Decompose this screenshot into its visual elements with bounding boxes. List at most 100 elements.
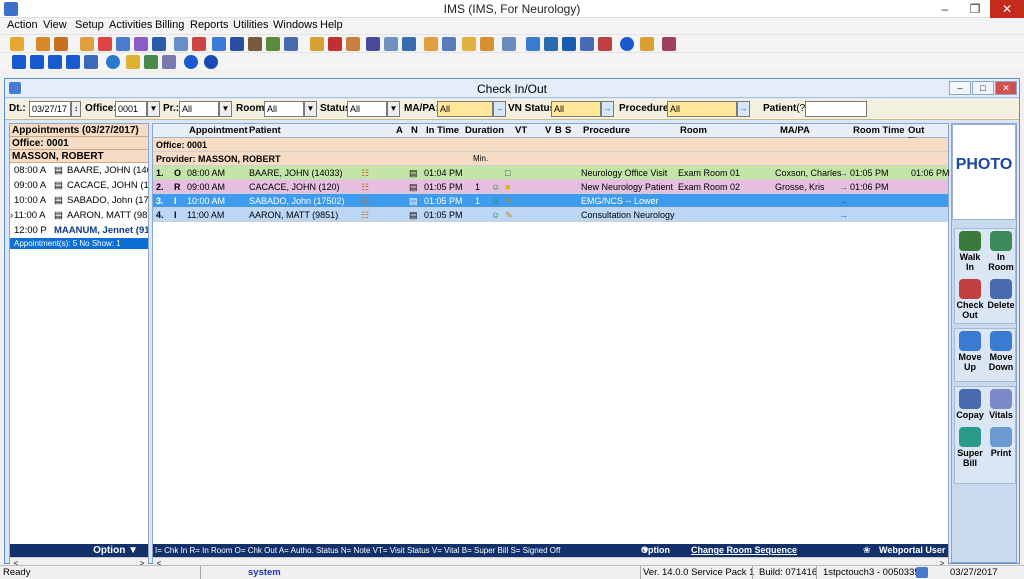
note-icon[interactable]: ▤ xyxy=(409,180,418,194)
menu-view[interactable]: View xyxy=(43,19,67,31)
provider-dropdown[interactable]: ▼ xyxy=(219,101,232,117)
super-bill-button[interactable]: Super Bill xyxy=(955,425,985,468)
mail-icon[interactable] xyxy=(384,37,398,51)
vital-smiley-icon[interactable]: ☺ xyxy=(491,208,500,222)
col-patient[interactable]: Patient xyxy=(249,125,281,136)
visit-status-icon[interactable]: □ xyxy=(505,166,510,180)
print-button[interactable]: Print xyxy=(986,425,1016,458)
calendar-icon[interactable] xyxy=(310,37,324,51)
menu-activities[interactable]: Activities xyxy=(109,19,152,31)
vn-status-field[interactable]: All xyxy=(551,101,601,117)
patient-search-input[interactable] xyxy=(805,101,867,117)
office-field[interactable]: 0001 xyxy=(115,101,147,117)
print-icon[interactable] xyxy=(502,37,516,51)
table-row[interactable]: 2. R 09:00 AM CACACE, JOHN (120) 01:05 PM 1 Ne… xyxy=(153,180,948,194)
transfer-icon[interactable] xyxy=(526,37,540,51)
settings-icon[interactable] xyxy=(230,37,244,51)
office-dropdown[interactable]: ▼ xyxy=(147,101,160,117)
phone-icon[interactable] xyxy=(402,37,416,51)
col-note[interactable]: N xyxy=(411,125,418,136)
appointment-item[interactable]: 12:00 P MAANUM, Jennet (91 xyxy=(10,223,148,238)
menu-utilities[interactable]: Utilities xyxy=(233,19,268,31)
provider-field[interactable]: All xyxy=(179,101,219,117)
col-room-time[interactable]: Room Time xyxy=(853,125,905,136)
vital-smiley-icon[interactable]: ☺ xyxy=(491,180,500,194)
appointment-item[interactable]: 10:00 A ▤ SABADO, John (1750 xyxy=(10,193,148,208)
help-icon[interactable] xyxy=(620,37,634,51)
change-room-sequence-link[interactable]: Change Room Sequence xyxy=(691,544,797,557)
child-close-button[interactable]: ✕ xyxy=(995,81,1017,95)
pen-icon[interactable] xyxy=(366,37,380,51)
autho-status-icon[interactable]: ☷ xyxy=(361,180,369,194)
col-autho[interactable]: A xyxy=(396,125,403,136)
col-mapa[interactable]: MA/PA xyxy=(780,125,810,136)
left-option-button[interactable]: Option ▼ xyxy=(10,544,148,557)
move-down-button[interactable]: Move Down xyxy=(986,329,1016,372)
mapa-select-icon[interactable]: → xyxy=(493,101,506,117)
table-row[interactable]: 1. O 08:00 AM BAARE, JOHN (14033) 01:04 PM Ne… xyxy=(153,166,950,180)
patient-edit-icon[interactable] xyxy=(54,37,68,51)
folder-open-icon[interactable] xyxy=(424,37,438,51)
network-icon[interactable] xyxy=(284,37,298,51)
room-select-icon[interactable]: → xyxy=(839,180,848,194)
col-duration[interactable]: Duration xyxy=(465,125,504,136)
tools-icon[interactable] xyxy=(266,37,280,51)
sync-icon[interactable] xyxy=(544,37,558,51)
document-icon[interactable] xyxy=(116,37,130,51)
menu-action[interactable]: Action xyxy=(7,19,38,31)
status-field[interactable]: All xyxy=(347,101,387,117)
walk-in-button[interactable]: Walk In xyxy=(955,229,985,272)
patient-icon[interactable] xyxy=(36,37,50,51)
col-vital[interactable]: V xyxy=(545,125,551,136)
appointment-item[interactable]: 09:00 A ▤ CACACE, JOHN (120 xyxy=(10,178,148,193)
folder-icon[interactable] xyxy=(80,37,94,51)
check-out-button[interactable]: Check Out xyxy=(955,277,985,320)
room-field[interactable]: All xyxy=(264,101,304,117)
appointment-item[interactable]: ›11:00 A ▤ AARON, MATT (9851 xyxy=(10,208,148,223)
autho-status-icon[interactable]: ☷ xyxy=(361,166,369,180)
menu-billing[interactable]: Billing xyxy=(155,19,184,31)
child-maximize-button[interactable]: □ xyxy=(972,81,994,95)
scan-icon[interactable] xyxy=(580,37,594,51)
copay-button[interactable]: Copay xyxy=(955,387,985,420)
table-row[interactable]: 3. I 10:00 AM SABADO, John (17502) 01:05 PM 1… xyxy=(153,194,948,208)
autho-status-icon[interactable]: ☷ xyxy=(361,194,369,208)
child-minimize-button[interactable]: – xyxy=(949,81,971,95)
col-procedure[interactable]: Procedure xyxy=(583,125,630,136)
group-icon[interactable] xyxy=(248,37,262,51)
in-room-button[interactable]: In Room xyxy=(986,229,1016,272)
note-icon[interactable]: ▤ xyxy=(409,194,418,208)
col-room[interactable]: Room xyxy=(680,125,707,136)
chart-folder-icon[interactable] xyxy=(480,37,494,51)
box-icon[interactable] xyxy=(346,37,360,51)
first-record-icon[interactable] xyxy=(12,55,26,69)
refresh-icon[interactable] xyxy=(106,55,120,69)
autho-status-icon[interactable]: ☷ xyxy=(361,208,369,222)
form-icon[interactable] xyxy=(174,37,188,51)
last-record-icon[interactable] xyxy=(66,55,80,69)
move-up-button[interactable]: Move Up xyxy=(955,329,985,372)
rx-icon[interactable] xyxy=(192,37,206,51)
visit-status-icon[interactable]: ✎ xyxy=(505,194,513,208)
col-in-time[interactable]: In Time xyxy=(426,125,459,136)
webportal-user-link[interactable]: Webportal User xyxy=(879,544,945,557)
sort-icon[interactable] xyxy=(84,55,98,69)
lock-icon[interactable] xyxy=(640,37,654,51)
visit-status-icon[interactable]: ■ xyxy=(505,180,510,194)
exit-icon[interactable] xyxy=(662,37,676,51)
room-select-icon[interactable]: → xyxy=(839,208,848,222)
shield-icon[interactable] xyxy=(152,37,166,51)
lab-icon[interactable] xyxy=(134,37,148,51)
help-icon-2[interactable] xyxy=(184,55,198,69)
alert-icon[interactable] xyxy=(328,37,342,51)
maximize-button[interactable]: ❐ xyxy=(960,0,990,18)
date-spinner[interactable]: ↕ xyxy=(71,101,81,117)
note-icon[interactable]: ▤ xyxy=(409,166,418,180)
image-icon[interactable] xyxy=(598,37,612,51)
prev-record-icon[interactable] xyxy=(30,55,44,69)
vital-smiley-icon[interactable]: ☺ xyxy=(491,194,500,208)
room-select-icon[interactable]: → xyxy=(839,166,848,180)
minimize-button[interactable]: – xyxy=(930,0,960,18)
delete-button[interactable]: Delete xyxy=(986,277,1016,310)
date-field[interactable]: 03/27/17 xyxy=(29,101,71,117)
